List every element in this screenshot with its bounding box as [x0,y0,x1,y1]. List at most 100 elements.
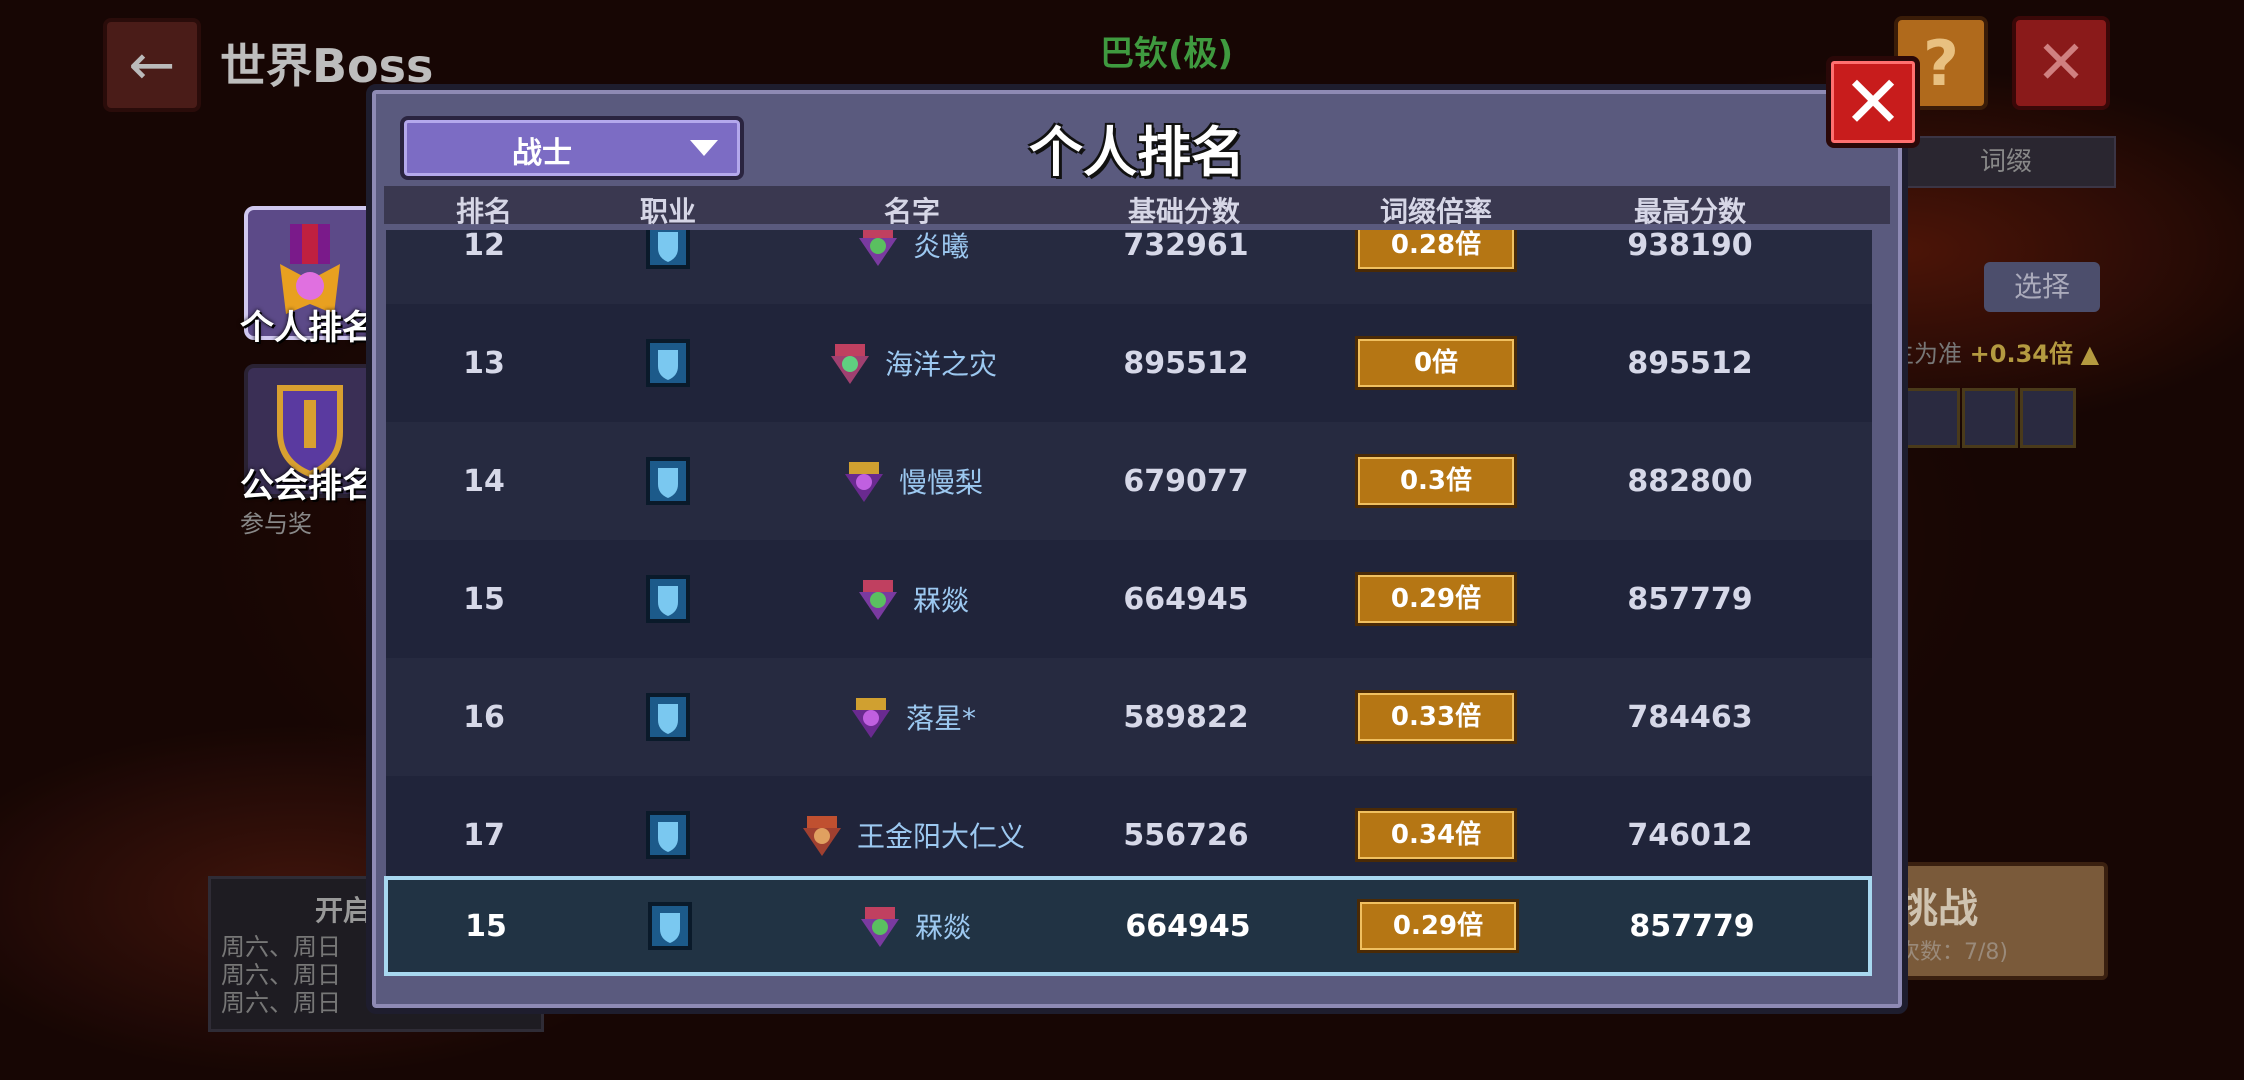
player-avatar [858,230,897,266]
warrior-class-icon [646,339,690,387]
player-avatar [858,580,897,620]
player-name: 海洋之灾 [884,348,998,381]
ranking-modal: 战士 个人排名 ✕ 排名 职业 名字 基础分数 词缀倍率 最高分数 12 炎曦 … [366,56,1920,1014]
warrior-class-icon [646,457,690,505]
player-name: 槑燚 [912,584,970,617]
class-cell [645,304,691,422]
rank-cell: 13 [463,345,505,381]
table-row[interactable]: 13 海洋之灾 895512 0倍 895512 [386,304,1872,422]
col-class: 职业 [639,195,697,228]
warrior-class-icon [646,811,690,859]
base-score-cell: 732961 [1123,230,1249,263]
table-row[interactable]: 12 炎曦 732961 0.28倍 938190 [386,230,1872,304]
class-cell [645,540,691,658]
rank-cell: 12 [463,230,505,263]
class-cell [645,230,691,304]
affix-icon[interactable] [1962,388,2018,448]
challenge-label: 挑战 [1898,886,1978,932]
class-cell [645,658,691,776]
player-name: 慢慢梨 [898,466,984,499]
side-label-guild: 公会排名 [240,466,376,506]
multiplier-badge: 0.33倍 [1355,690,1517,744]
ranking-list[interactable]: 12 炎曦 732961 0.28倍 938190 13 海洋之灾 895512… [386,230,1872,950]
player-avatar [844,462,883,502]
player-avatar [830,344,869,384]
affix-icon[interactable] [1904,388,1960,448]
bonus-text: 主为准 +0.34倍 ▲ [1890,340,2100,368]
best-score-cell: 895512 [1627,345,1753,381]
base-score-cell: 589822 [1123,699,1249,735]
participation-reward-label: 参与奖 [240,510,312,538]
player-avatar [860,907,899,947]
boss-name: 巴钦(极) [1100,34,1234,74]
multiplier-badge: 0倍 [1355,336,1517,390]
multiplier-cell: 0.28倍 [1355,230,1517,304]
best-score-cell: 857779 [1627,581,1753,617]
name-cell: 槑燚 [855,540,969,658]
col-best-score: 最高分数 [1633,195,1747,228]
page-close-button[interactable]: ✕ [2012,16,2110,110]
multiplier-badge: 0.29倍 [1357,899,1519,953]
modal-title: 个人排名 [1029,121,1245,184]
rank-cell: 15 [463,581,505,617]
multiplier-cell: 0.33倍 [1355,658,1517,776]
warrior-class-icon [646,575,690,623]
affix-input[interactable]: 词缀 [1890,136,2116,188]
player-avatar [802,816,841,856]
back-arrow-icon[interactable]: ← [103,18,201,112]
table-row[interactable]: 16 落星* 589822 0.33倍 784463 [386,658,1872,776]
warrior-class-icon [646,693,690,741]
player-name: 落星* [905,702,977,735]
table-row[interactable]: 15 槑燚 664945 0.29倍 857779 [386,540,1872,658]
player-name: 王金阳大仁义 [856,820,1026,853]
col-affix-multiplier: 词缀倍率 [1379,195,1493,228]
col-base-score: 基础分数 [1127,195,1241,228]
warrior-class-icon [648,902,692,950]
modal-close-button[interactable]: ✕ [1826,56,1920,148]
multiplier-badge: 0.28倍 [1355,230,1517,272]
best-score-cell: 857779 [1629,908,1755,944]
open-time-row: 周六、周日 [221,989,341,1017]
warrior-class-icon [646,230,690,269]
multiplier-badge: 0.3倍 [1355,454,1517,508]
player-name: 炎曦 [912,230,970,263]
base-score-cell: 664945 [1125,908,1251,944]
multiplier-cell: 0.29倍 [1355,540,1517,658]
base-score-cell: 679077 [1123,463,1249,499]
multiplier-badge: 0.34倍 [1355,808,1517,862]
multiplier-badge: 0.29倍 [1355,572,1517,626]
table-row[interactable]: 14 慢慢梨 679077 0.3倍 882800 [386,422,1872,540]
multiplier-cell: 0倍 [1355,304,1517,422]
best-score-cell: 882800 [1627,463,1753,499]
side-label-personal: 个人排名 [240,308,376,348]
name-cell: 海洋之灾 [827,304,997,422]
name-cell: 槑燚 [857,880,971,972]
best-score-cell: 938190 [1627,230,1753,263]
multiplier-cell: 0.29倍 [1357,880,1519,972]
name-cell: 慢慢梨 [841,422,983,540]
affix-icon[interactable] [2020,388,2076,448]
multiplier-cell: 0.3倍 [1355,422,1517,540]
base-score-cell: 664945 [1123,581,1249,617]
rank-cell: 15 [465,908,507,944]
name-cell: 落星* [848,658,976,776]
player-name: 槑燚 [914,911,972,944]
name-cell: 炎曦 [855,230,969,304]
col-name: 名字 [883,195,941,228]
base-score-cell: 895512 [1123,345,1249,381]
class-cell [647,880,693,972]
affix-input-label: 词缀 [1980,147,2033,177]
player-avatar [851,698,890,738]
class-cell [645,422,691,540]
open-time-title: 开启 [315,894,372,927]
challenge-count: 次数：7/8) [1898,940,2008,965]
table-header: 排名 职业 名字 基础分数 词缀倍率 最高分数 [384,186,1890,228]
best-score-cell: 784463 [1627,699,1753,735]
bonus-value: +0.34倍 [1969,340,2073,368]
rank-cell: 16 [463,699,505,735]
col-rank: 排名 [455,195,513,228]
my-rank-row: 15 槑燚 664945 0.29倍 857779 [384,876,1872,976]
rank-cell: 14 [463,463,505,499]
challenge-button[interactable]: 挑战 次数：7/8) [1880,862,2108,980]
select-button[interactable]: 选择 [1984,262,2100,312]
